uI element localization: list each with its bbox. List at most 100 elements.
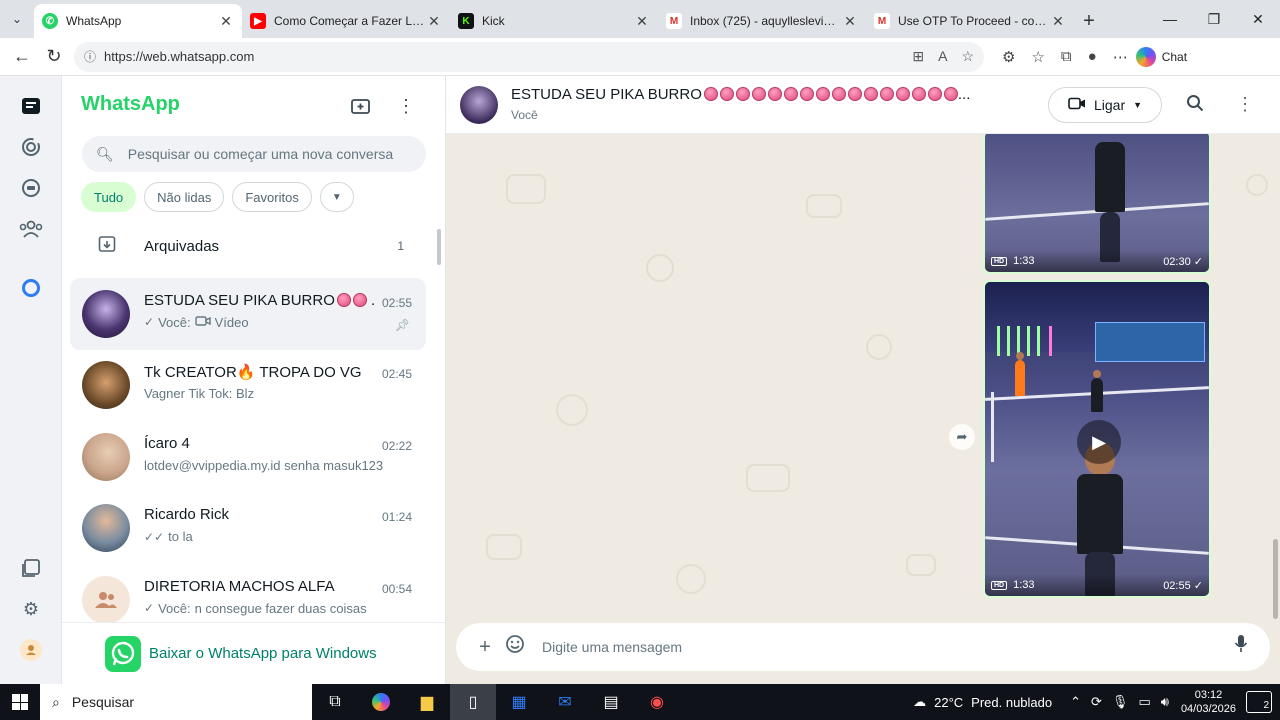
tab-kick[interactable]: K Kick ✕: [450, 4, 658, 38]
wallpaper-doodle: [806, 194, 842, 218]
video-time: 02:30 ✓: [1163, 255, 1203, 268]
notification-center-icon[interactable]: 2: [1246, 691, 1272, 713]
url-text: https://web.whatsapp.com: [104, 49, 255, 64]
communities-icon[interactable]: [19, 217, 43, 241]
video-message[interactable]: HD 1:33 02:30 ✓: [983, 134, 1211, 274]
minimize-icon[interactable]: —: [1148, 0, 1192, 38]
tab-actions-menu[interactable]: ⌄: [0, 0, 34, 38]
close-window-icon[interactable]: ✕: [1236, 0, 1280, 38]
group-avatar[interactable]: [460, 86, 498, 124]
double-check-icon: ✓✓: [144, 529, 165, 544]
weather-temp: 22°C: [934, 694, 964, 710]
read-aloud-icon[interactable]: A: [938, 48, 947, 65]
close-tab-icon[interactable]: ✕: [842, 13, 858, 30]
search-icon[interactable]: [1186, 94, 1204, 117]
favorites-icon[interactable]: ☆: [1031, 48, 1044, 66]
close-tab-icon[interactable]: ✕: [426, 13, 442, 30]
meta-ai-icon[interactable]: [19, 276, 43, 300]
chat-item-estuda[interactable]: ESTUDA SEU PIKA BURRO ... 02:55 ✓ Você: …: [70, 278, 426, 350]
tab-gmail-inbox[interactable]: M Inbox (725) - aquylleslevi@gm ✕: [658, 4, 866, 38]
photos-icon[interactable]: ▤: [588, 684, 634, 720]
message-input[interactable]: Digite uma mensagem: [542, 639, 1226, 655]
download-windows-banner[interactable]: Baixar o WhatsApp para Windows: [62, 622, 445, 684]
chevron-down-icon[interactable]: ▼: [319, 182, 354, 212]
channels-icon[interactable]: [19, 176, 43, 200]
notepad-icon[interactable]: ▯: [450, 684, 496, 720]
sidebar-scrollbar[interactable]: [437, 229, 441, 265]
profile-icon[interactable]: [19, 638, 43, 662]
play-icon[interactable]: ▶: [1077, 420, 1121, 464]
new-tab-button[interactable]: +: [1074, 4, 1104, 38]
store-icon[interactable]: ▦: [496, 684, 542, 720]
screen-recorder-icon[interactable]: ◉: [634, 684, 680, 720]
tab-gmail-otp[interactable]: M Use OTP To Proceed - contapi ✕: [866, 4, 1074, 38]
url-field[interactable]: ⓘ https://web.whatsapp.com ⊞ A ☆: [74, 41, 984, 72]
close-tab-icon[interactable]: ✕: [218, 13, 234, 30]
extensions-icon[interactable]: ⚙: [1002, 48, 1015, 66]
volume-icon[interactable]: 🔊︎: [1161, 694, 1169, 710]
message-area[interactable]: HD 1:33 02:30 ✓ ▶ HD 1:33 02:55 ✓ ➦: [446, 134, 1280, 624]
chats-icon[interactable]: [19, 94, 43, 118]
chat-name: Ícaro 4: [144, 434, 190, 452]
weather-widget[interactable]: ☁ 22°C Pred. nublado: [913, 694, 1052, 710]
copilot-app-icon[interactable]: [358, 684, 404, 720]
profile-avatar-icon[interactable]: ●: [1088, 48, 1097, 65]
sent-check-icon: ✓: [144, 315, 155, 330]
start-button[interactable]: [0, 684, 40, 720]
filter-unread[interactable]: Não lidas: [144, 182, 225, 212]
wallpaper-doodle: [746, 464, 790, 492]
chat-item-tk-creator[interactable]: Tk CREATOR🔥 TROPA DO VG 02:45 Vagner Tik…: [70, 350, 426, 422]
back-icon[interactable]: ←: [6, 41, 38, 73]
settings-icon[interactable]: ⚙: [19, 597, 43, 621]
maximize-icon[interactable]: ❐: [1192, 0, 1236, 38]
menu-dots-icon[interactable]: ⋮: [394, 94, 418, 118]
favorite-star-icon[interactable]: ☆: [961, 48, 974, 65]
tab-title: Inbox (725) - aquylleslevi@gm: [690, 14, 842, 28]
file-explorer-icon[interactable]: ▆: [404, 684, 450, 720]
taskbar-clock[interactable]: 03:12 04/03/2026: [1181, 688, 1236, 716]
video-duration: 1:33: [1013, 255, 1035, 267]
taskbar-search[interactable]: ⌕ Pesquisar: [40, 684, 312, 720]
video-message[interactable]: ▶ HD 1:33 02:55 ✓: [983, 280, 1211, 598]
window-controls: — ❐ ✕: [1148, 0, 1280, 38]
close-tab-icon[interactable]: ✕: [1050, 13, 1066, 30]
sync-icon[interactable]: ⟳: [1091, 694, 1102, 710]
video-thumbnail[interactable]: HD 1:33 02:30 ✓: [985, 134, 1209, 272]
chat-item-ricardo[interactable]: Ricardo Rick 01:24 ✓✓ to la: [70, 493, 426, 565]
filter-all[interactable]: Tudo: [81, 182, 137, 212]
tab-youtube[interactable]: ▶ Como Começar a Fazer Live na ✕: [242, 4, 450, 38]
filter-favorites[interactable]: Favoritos: [232, 182, 312, 212]
chat-item-icaro[interactable]: Ícaro 4 02:22 lotdev@vvippedia.my.id sen…: [70, 421, 426, 493]
tab-whatsapp[interactable]: ✆ WhatsApp ✕: [34, 4, 242, 38]
search-input[interactable]: 🔍︎ Pesquisar ou começar uma nova convers…: [82, 136, 426, 172]
status-icon[interactable]: [19, 135, 43, 159]
copilot-chat-button[interactable]: Chat: [1135, 46, 1187, 67]
task-view-icon[interactable]: ⧉: [312, 684, 358, 720]
conversation-header[interactable]: ESTUDA SEU PIKA BURRO... Você Ligar ▼ ⋮: [446, 76, 1280, 134]
collections-icon[interactable]: ⧉: [1061, 48, 1072, 65]
outlook-icon[interactable]: ✉: [542, 684, 588, 720]
apps-icon[interactable]: ⊞: [912, 48, 924, 65]
microphone-icon[interactable]: [1226, 634, 1256, 660]
chat-time: 00:54: [381, 581, 412, 596]
new-chat-icon[interactable]: [349, 94, 373, 118]
call-button[interactable]: Ligar ▼: [1048, 87, 1162, 123]
forward-icon[interactable]: ➦: [949, 424, 975, 450]
menu-dots-icon[interactable]: ⋮: [1236, 94, 1254, 115]
sticker-emoji-icon: [895, 87, 910, 101]
video-thumbnail[interactable]: ▶ HD 1:33 02:55 ✓: [985, 282, 1209, 596]
archived-row[interactable]: Arquivadas 1: [62, 226, 432, 266]
more-options-icon[interactable]: ⋯: [1113, 48, 1128, 66]
site-info-icon[interactable]: ⓘ: [84, 48, 96, 65]
chevron-up-icon[interactable]: ⌃: [1070, 694, 1081, 710]
wallpaper-doodle: [486, 534, 522, 560]
microphone-icon[interactable]: 🎙︎: [1112, 694, 1129, 710]
display-icon[interactable]: ▭: [1138, 694, 1150, 710]
attach-plus-icon[interactable]: +: [470, 636, 500, 659]
player-figure: [1015, 360, 1025, 396]
media-icon[interactable]: [19, 556, 43, 580]
close-tab-icon[interactable]: ✕: [634, 13, 650, 30]
refresh-icon[interactable]: ↻: [38, 41, 70, 73]
conversation-scrollbar[interactable]: [1273, 539, 1278, 619]
sticker-icon[interactable]: [500, 634, 530, 660]
